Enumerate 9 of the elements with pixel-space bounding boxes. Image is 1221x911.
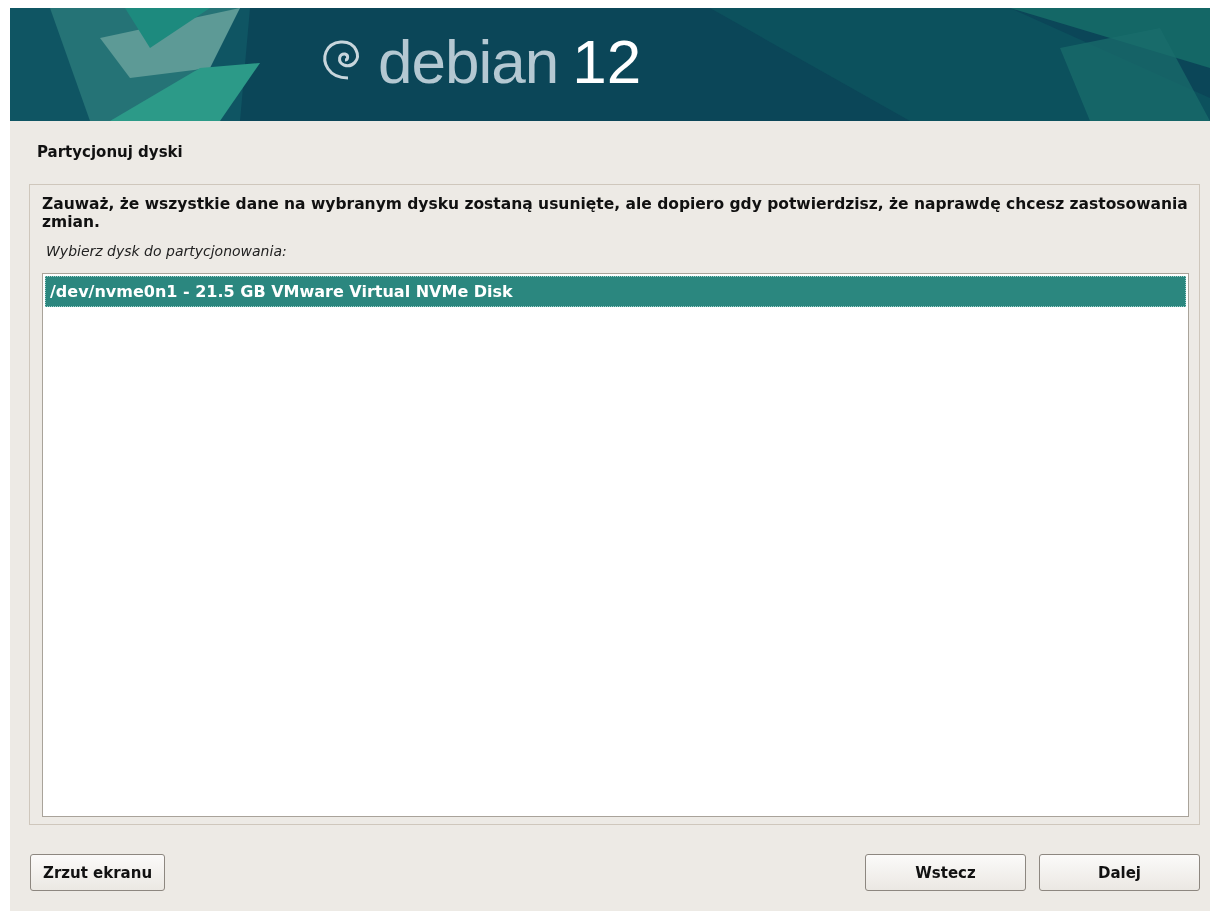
- version-number: 12: [572, 26, 642, 97]
- warning-text: Zauważ, że wszystkie dane na wybranym dysku zostaną usunięte, ale dopiero gdy potwierdzisz, że naprawdę chcesz zastosowania zmian.: [42, 195, 1189, 231]
- screenshot-button[interactable]: Zrzut ekranu: [30, 854, 166, 891]
- step-title: Partycjonuj dyski: [37, 143, 184, 161]
- brand-name: debian: [378, 26, 559, 97]
- prompt-label: Wybierz dysk do partycjonowania:: [46, 243, 288, 259]
- next-button[interactable]: Dalej: [1039, 854, 1200, 891]
- back-button[interactable]: Wstecz: [865, 854, 1026, 891]
- disk-item[interactable]: /dev/nvme0n1 - 21.5 GB VMware Virtual NVMe Disk: [45, 276, 1186, 307]
